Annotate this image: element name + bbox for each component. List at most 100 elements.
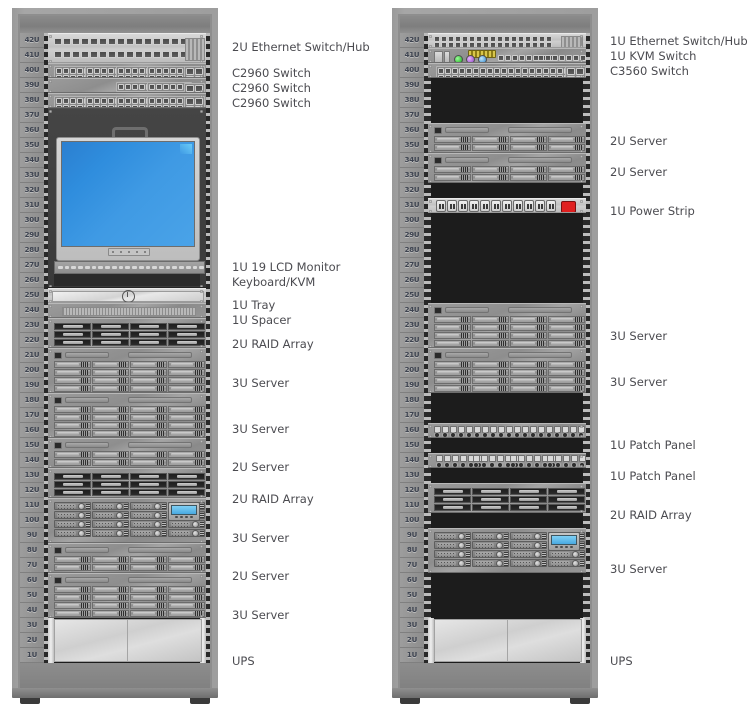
rj45-port[interactable] [63, 38, 71, 45]
patch-port-hole[interactable] [555, 462, 561, 467]
floppy-drive-slot[interactable] [128, 442, 192, 448]
rack-right[interactable]: 42U 41U 40U 39U 38U 37U 36U 35U 34U 33U 32U 31U 30U 2… [392, 8, 598, 708]
floppy-drive-slot[interactable] [508, 307, 572, 313]
floppy-drive-slot[interactable] [128, 352, 192, 358]
drive-bay[interactable] [54, 459, 91, 466]
patch-port-hole[interactable] [546, 432, 552, 437]
raid-drive-bay[interactable] [92, 489, 129, 496]
switch-port[interactable] [70, 98, 76, 104]
drive-bay[interactable] [130, 594, 167, 601]
kvm-port[interactable] [538, 55, 544, 61]
disk-latch[interactable] [154, 520, 162, 528]
switch-port[interactable] [94, 68, 100, 74]
disk-module[interactable] [548, 550, 585, 558]
raid-drive-bay[interactable] [434, 496, 471, 503]
drive-bay[interactable] [472, 324, 509, 331]
disk-module[interactable] [434, 532, 471, 540]
raid-drive-bay[interactable] [54, 339, 91, 346]
drive-bay[interactable] [54, 586, 91, 593]
rj45-port[interactable] [99, 51, 107, 58]
patch-jack[interactable] [436, 455, 443, 462]
drive-bay[interactable] [168, 451, 205, 458]
patch-port-hole[interactable] [506, 432, 512, 437]
patch-port-hole[interactable] [538, 432, 544, 437]
drive-bay[interactable] [434, 332, 471, 339]
rj45-port[interactable] [117, 51, 125, 58]
drive-bay[interactable] [434, 324, 471, 331]
drive-bay[interactable] [130, 385, 167, 392]
equipment-tray[interactable] [48, 288, 206, 303]
reset-button[interactable] [444, 51, 450, 62]
drive-bay[interactable] [54, 414, 91, 421]
disk-module[interactable] [130, 529, 167, 537]
drive-bay[interactable] [472, 174, 509, 181]
switch-port[interactable] [170, 68, 176, 74]
raid-drive-bay[interactable] [548, 496, 585, 503]
power-outlet[interactable] [469, 200, 479, 212]
drive-bay[interactable] [130, 459, 167, 466]
switch-port[interactable] [56, 68, 62, 74]
rj45-port[interactable] [54, 38, 62, 45]
equipment-server-3u-1[interactable] [428, 303, 586, 348]
drive-bay[interactable] [54, 377, 91, 384]
patch-port-hole[interactable] [534, 462, 540, 467]
drive-bay[interactable] [168, 594, 205, 601]
front-lcd-panel[interactable] [548, 532, 580, 551]
switch-port[interactable] [118, 84, 124, 90]
disk-latch[interactable] [192, 520, 200, 528]
raid-drive-bay[interactable] [472, 496, 509, 503]
disk-module[interactable] [510, 550, 547, 558]
equipment-server-3u-2[interactable] [428, 348, 586, 393]
switch-port[interactable] [87, 98, 93, 104]
optical-drive-slot[interactable] [445, 352, 489, 358]
drive-bay[interactable] [510, 136, 547, 143]
switch-port[interactable] [63, 68, 69, 74]
raid-drive-bay[interactable] [54, 473, 91, 480]
patch-jack[interactable] [497, 455, 504, 462]
raid-drive-bay[interactable] [472, 488, 509, 495]
rj45-port[interactable] [162, 38, 170, 45]
equipment-ethernet-switch-hub[interactable] [48, 33, 206, 63]
patch-jack[interactable] [534, 455, 541, 462]
drive-bay[interactable] [130, 556, 167, 563]
drive-bay[interactable] [472, 166, 509, 173]
kvm-port[interactable] [559, 55, 565, 61]
disk-module[interactable] [472, 541, 509, 549]
drive-bay[interactable] [92, 430, 129, 437]
patch-port-hole[interactable] [450, 432, 456, 437]
disk-module[interactable] [54, 502, 91, 510]
patch-port-hole[interactable] [473, 462, 479, 467]
disk-module[interactable] [54, 520, 91, 528]
patch-port-hole[interactable] [563, 462, 569, 467]
raid-drive-bay[interactable] [130, 473, 167, 480]
raid-drive-bay[interactable] [130, 323, 167, 330]
drive-bay[interactable] [130, 422, 167, 429]
drive-bay[interactable] [510, 385, 547, 392]
disk-latch[interactable] [154, 502, 162, 510]
switch-port[interactable] [139, 84, 145, 90]
switch-port[interactable] [543, 75, 549, 77]
patch-port-hole[interactable] [526, 462, 532, 467]
raid-drive-bay[interactable] [434, 488, 471, 495]
kvm-port[interactable] [552, 55, 558, 61]
floppy-drive-slot[interactable] [508, 352, 572, 358]
drive-bay[interactable] [434, 369, 471, 376]
kvm-port[interactable] [566, 55, 572, 61]
raid-drive-bay[interactable] [510, 488, 547, 495]
equipment-ups[interactable] [48, 618, 206, 663]
drive-bay[interactable] [472, 385, 509, 392]
disk-module[interactable] [510, 532, 547, 540]
disk-latch[interactable] [496, 541, 504, 549]
switch-port[interactable] [494, 68, 500, 74]
equipment-ups[interactable] [428, 618, 586, 663]
patch-jack[interactable] [563, 455, 570, 462]
kvm-port[interactable] [519, 55, 525, 61]
drive-bay[interactable] [510, 166, 547, 173]
power-outlet[interactable] [491, 200, 501, 212]
equipment-c2960-switch-1[interactable] [48, 63, 206, 78]
switch-port[interactable] [557, 75, 563, 77]
switch-port[interactable] [156, 98, 162, 104]
switch-port[interactable] [459, 68, 465, 74]
equipment-kvm-switch[interactable] [428, 48, 586, 63]
drive-bay[interactable] [548, 136, 585, 143]
